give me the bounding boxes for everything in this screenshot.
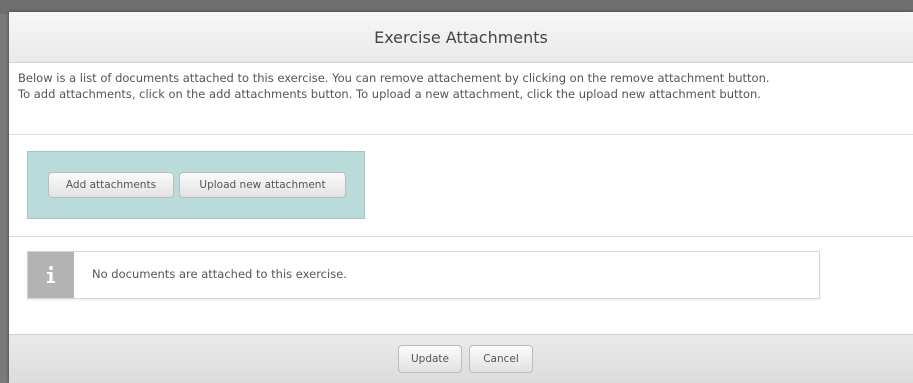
dialog-description: Below is a list of documents attached to…: [18, 70, 908, 102]
upload-new-attachment-button[interactable]: Upload new attachment: [179, 172, 346, 198]
dialog-title: Exercise Attachments: [374, 27, 548, 47]
dialog-footer: Update Cancel: [9, 334, 913, 383]
info-message-box: No documents are attached to this exerci…: [27, 251, 820, 299]
attachment-actions-panel: Add attachments Upload new attachment: [27, 151, 365, 219]
update-button[interactable]: Update: [398, 345, 462, 373]
divider: [9, 236, 913, 237]
dialog-header: Exercise Attachments: [9, 12, 913, 63]
info-icon: [28, 252, 74, 298]
description-line: To add attachments, click on the add att…: [18, 87, 762, 101]
add-attachments-button[interactable]: Add attachments: [48, 172, 174, 198]
divider: [9, 134, 913, 135]
description-line: Below is a list of documents attached to…: [18, 71, 770, 85]
cancel-button[interactable]: Cancel: [469, 345, 533, 373]
info-message: No documents are attached to this exerci…: [92, 267, 347, 281]
exercise-attachments-dialog: Exercise Attachments Below is a list of …: [9, 12, 913, 383]
